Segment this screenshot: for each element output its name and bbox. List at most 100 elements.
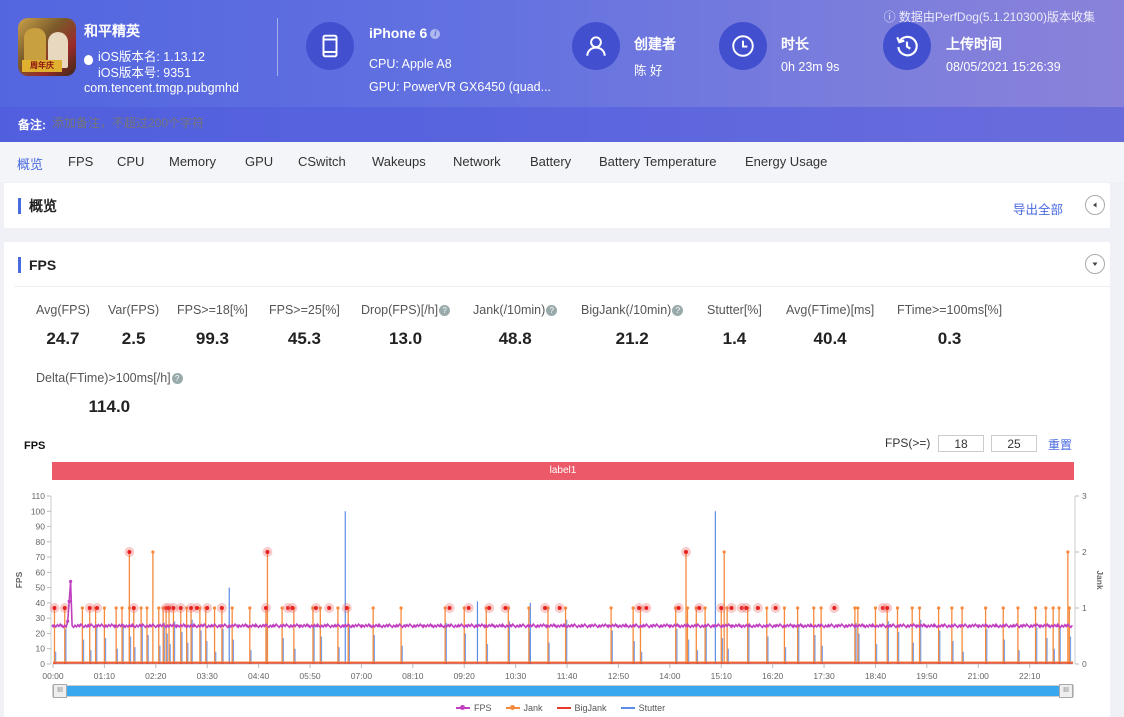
slider-handle-left[interactable]: III bbox=[53, 684, 67, 698]
x-tick-label: 08:10 bbox=[402, 671, 424, 681]
fps-point bbox=[113, 624, 117, 628]
bigjank-marker bbox=[327, 606, 332, 610]
collect-note: ⓘ 数据由PerfDog(5.1.210300)版本收集 bbox=[883, 10, 1095, 24]
tab-fps[interactable]: FPS bbox=[68, 154, 93, 169]
fps-point bbox=[545, 624, 548, 628]
jank-point bbox=[856, 606, 860, 610]
jank-point bbox=[1051, 606, 1055, 610]
device-info-icon[interactable]: i bbox=[430, 29, 441, 40]
collapse-left-button[interactable] bbox=[1085, 195, 1105, 215]
fps-point bbox=[139, 624, 143, 628]
fps-point bbox=[571, 624, 575, 628]
y2-tick-label: 0 bbox=[1082, 659, 1087, 669]
tab-memory[interactable]: Memory bbox=[169, 154, 216, 169]
tab-cpu[interactable]: CPU bbox=[117, 154, 144, 169]
help-icon[interactable]: ? bbox=[171, 373, 183, 384]
metric-label: Avg(FPS) bbox=[36, 303, 90, 317]
bigjank-marker bbox=[205, 606, 210, 610]
metric-value: 21.2 bbox=[615, 329, 649, 348]
fps-point bbox=[879, 624, 883, 628]
bigjank-marker bbox=[729, 606, 734, 610]
metric-value: 40.4 bbox=[813, 329, 847, 348]
metric-label: Var(FPS) bbox=[108, 303, 160, 317]
y-tick-label: 40 bbox=[36, 598, 46, 608]
fps-point bbox=[527, 624, 531, 628]
fps-point bbox=[923, 624, 927, 628]
jank-point bbox=[114, 606, 118, 610]
x-tick-label: 09:20 bbox=[454, 671, 476, 681]
fps-point bbox=[906, 624, 910, 628]
jank-point bbox=[984, 606, 988, 610]
duration-value: 0h 23m 9s bbox=[781, 60, 840, 74]
y-tick-label: 20 bbox=[36, 628, 46, 638]
bigjank-marker bbox=[676, 606, 681, 610]
header-divider bbox=[277, 18, 278, 76]
tab-battery-temperature[interactable]: Battery Temperature bbox=[599, 154, 717, 169]
bigjank-marker bbox=[87, 606, 92, 610]
upload-time-title: 上传时间 bbox=[946, 36, 1002, 52]
fps-point bbox=[439, 624, 443, 628]
bigjank-marker bbox=[832, 606, 837, 610]
fps-chart[interactable]: 0 10 20 30 40 50 60 70 80 90 100 110 FPS 0 1 2 3 Jank 00:0… bbox=[0, 485, 1124, 717]
help-icon[interactable]: ? bbox=[439, 305, 451, 316]
fps-point bbox=[633, 624, 636, 628]
jank-point bbox=[527, 606, 531, 610]
help-icon[interactable]: ? bbox=[672, 305, 684, 316]
tab-network[interactable]: Network bbox=[453, 154, 501, 169]
fps-section-title: FPS bbox=[18, 257, 56, 273]
fps-point bbox=[597, 624, 601, 628]
tab-wakeups[interactable]: Wakeups bbox=[372, 154, 426, 169]
help-icon[interactable]: ? bbox=[546, 305, 558, 316]
legend-swatch bbox=[620, 707, 635, 709]
metric-label: Jank(/10min)? bbox=[473, 303, 558, 317]
ios-version-code: iOS版本号: 9351 bbox=[98, 66, 192, 80]
collapse-down-button[interactable] bbox=[1085, 254, 1105, 274]
export-all-link[interactable]: 导出全部 bbox=[1013, 199, 1063, 218]
fps-point bbox=[853, 624, 857, 628]
tab-battery[interactable]: Battery bbox=[530, 154, 571, 169]
jank-point bbox=[722, 550, 726, 554]
zoom-slider[interactable] bbox=[52, 685, 1074, 697]
fps-threshold-input-1[interactable] bbox=[938, 435, 984, 452]
legend-item-bigjank[interactable]: BigJank bbox=[556, 703, 607, 713]
fps-point bbox=[201, 624, 205, 628]
tab-energy-usage[interactable]: Energy Usage bbox=[745, 154, 827, 169]
user-icon bbox=[572, 22, 620, 70]
remark-input[interactable] bbox=[52, 116, 352, 130]
fps-point bbox=[298, 624, 302, 628]
fps-point bbox=[183, 624, 187, 628]
metric-value: 48.8 bbox=[498, 329, 532, 348]
legend-item-fps[interactable]: FPS bbox=[456, 703, 492, 713]
fps-point bbox=[677, 624, 681, 628]
fps-point bbox=[333, 624, 337, 628]
reset-link[interactable]: 重置 bbox=[1048, 436, 1072, 453]
legend-swatch bbox=[505, 705, 520, 710]
history-icon bbox=[883, 22, 931, 70]
fps-point bbox=[774, 624, 777, 628]
fps-point bbox=[703, 624, 707, 628]
fps-threshold-input-2[interactable] bbox=[991, 435, 1037, 452]
legend-swatch bbox=[556, 707, 571, 709]
fps-point bbox=[615, 624, 619, 628]
x-tick-label: 22:10 bbox=[1019, 671, 1041, 681]
jank-point bbox=[853, 606, 857, 610]
tab-overview[interactable]: 概览 bbox=[17, 154, 43, 173]
jank-point bbox=[102, 606, 107, 610]
jank-point bbox=[399, 606, 403, 610]
bigjank-marker bbox=[503, 606, 508, 610]
tab-cswitch[interactable]: CSwitch bbox=[298, 154, 346, 169]
x-tick-label: 12:50 bbox=[608, 671, 630, 681]
fps-point bbox=[668, 624, 672, 628]
slider-handle-right[interactable]: III bbox=[1059, 684, 1073, 698]
bigjank-marker bbox=[773, 606, 778, 610]
legend-item-stutter[interactable]: Stutter bbox=[620, 703, 665, 713]
label-bar[interactable]: label1 bbox=[52, 462, 1074, 480]
apple-icon bbox=[84, 55, 93, 65]
y-tick-label: 30 bbox=[36, 613, 46, 623]
tab-bar: 概览 FPS CPU Memory GPU CSwitch Wakeups Ne… bbox=[0, 142, 1124, 182]
fps-point bbox=[148, 624, 152, 628]
metric-drop-fps: Drop(FPS)[/h]? 13.0 bbox=[361, 303, 451, 349]
legend-item-jank[interactable]: Jank bbox=[505, 703, 543, 713]
tab-gpu[interactable]: GPU bbox=[245, 154, 273, 169]
fps-point bbox=[219, 624, 222, 628]
